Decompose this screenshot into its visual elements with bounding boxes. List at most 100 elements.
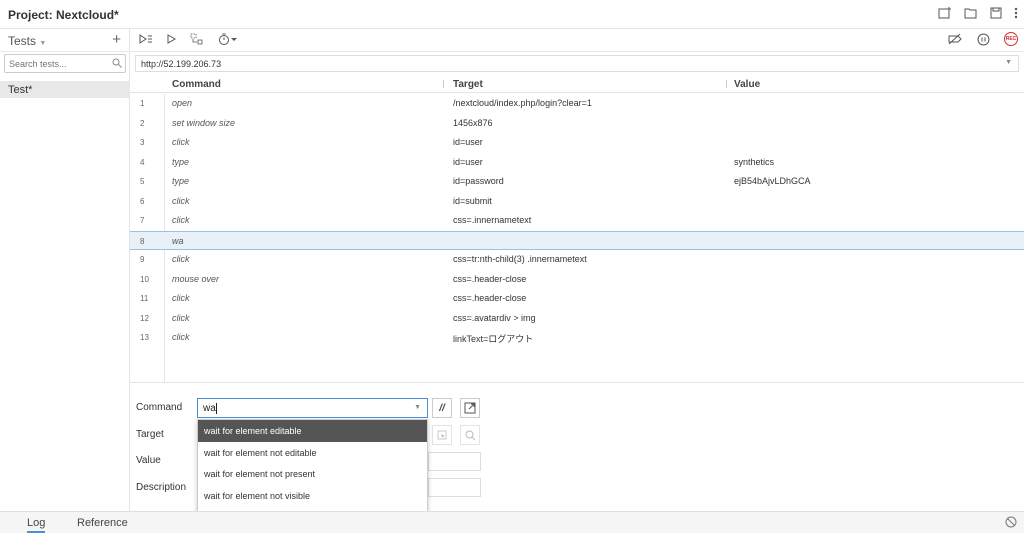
row-number: 1 bbox=[140, 99, 145, 108]
table-row[interactable]: 10 mouse over css=.header-close bbox=[130, 270, 1024, 290]
base-url-field[interactable]: http://52.199.206.73 ▼ bbox=[135, 55, 1019, 72]
command-input-value: wa bbox=[203, 403, 216, 415]
external-link-icon bbox=[464, 402, 476, 414]
table-row[interactable]: 2 set window size 1456x876 bbox=[130, 114, 1024, 134]
table-row[interactable]: 13 click linkText=ログアウト bbox=[130, 328, 1024, 348]
column-header-value: Value bbox=[734, 79, 761, 90]
base-url-value: http://52.199.206.73 bbox=[141, 59, 222, 69]
table-row[interactable]: 6 click id=submit bbox=[130, 192, 1024, 212]
row-command: open bbox=[172, 98, 193, 108]
bottom-panel-tabs: Log Reference bbox=[0, 511, 1024, 533]
chevron-down-icon: ▼ bbox=[39, 40, 47, 47]
find-target-button[interactable] bbox=[460, 425, 480, 445]
tests-header: Tests ▼ + bbox=[0, 29, 129, 52]
test-item[interactable]: Test* bbox=[0, 81, 130, 98]
row-number: 12 bbox=[140, 313, 149, 323]
disable-breakpoints-icon[interactable] bbox=[947, 33, 963, 45]
table-row[interactable]: 3 click id=user bbox=[130, 133, 1024, 153]
row-number: 6 bbox=[140, 196, 145, 206]
row-command: click bbox=[172, 215, 190, 225]
row-command: click bbox=[172, 254, 190, 264]
row-target: css=.header-close bbox=[453, 273, 527, 284]
project-title: Project: Nextcloud* bbox=[8, 8, 119, 22]
record-button[interactable]: REC bbox=[1004, 32, 1018, 46]
row-target: css=.avatardiv > img bbox=[453, 312, 536, 323]
chevron-down-icon[interactable]: ▼ bbox=[1005, 59, 1012, 66]
row-number: 5 bbox=[140, 177, 145, 186]
run-all-tests-icon[interactable] bbox=[139, 34, 153, 44]
tests-dropdown-label: Tests bbox=[8, 34, 37, 48]
text-cursor bbox=[215, 403, 217, 414]
find-icon bbox=[465, 430, 475, 440]
row-target: /nextcloud/index.php/login?clear=1 bbox=[453, 98, 592, 108]
tab-log[interactable]: Log bbox=[27, 517, 46, 533]
value-input[interactable] bbox=[428, 452, 481, 471]
speed-timer-icon[interactable] bbox=[218, 33, 238, 45]
row-number: 10 bbox=[140, 274, 149, 284]
select-target-button[interactable] bbox=[432, 425, 452, 445]
row-command: click bbox=[172, 195, 190, 206]
more-menu-icon[interactable] bbox=[1014, 7, 1018, 19]
chevron-down-icon[interactable]: ▼ bbox=[414, 404, 421, 411]
row-number: 3 bbox=[140, 138, 145, 147]
description-label: Description bbox=[136, 482, 187, 493]
command-input[interactable]: wa ▼ bbox=[197, 398, 428, 418]
row-target: id=user bbox=[453, 156, 483, 167]
target-label: Target bbox=[136, 429, 164, 440]
row-number: 8 bbox=[140, 236, 145, 246]
open-reference-button[interactable] bbox=[460, 398, 480, 418]
row-command: set window size bbox=[172, 117, 236, 128]
row-command: type bbox=[172, 176, 190, 186]
toolbar: REC bbox=[130, 29, 1024, 52]
row-number: 4 bbox=[140, 157, 145, 167]
column-header-target: Target bbox=[453, 79, 483, 90]
row-number: 2 bbox=[140, 118, 145, 128]
autocomplete-option[interactable]: wait for element not visible bbox=[198, 485, 427, 507]
run-current-test-icon[interactable] bbox=[167, 34, 176, 44]
autocomplete-option[interactable]: wait for element not present bbox=[198, 463, 427, 485]
table-row[interactable]: 8 wa bbox=[130, 230, 1024, 250]
row-command: mouse over bbox=[172, 273, 220, 284]
column-divider[interactable] bbox=[726, 80, 727, 88]
select-element-icon bbox=[437, 430, 447, 440]
row-number: 13 bbox=[140, 333, 149, 342]
title-bar: Project: Nextcloud* bbox=[0, 0, 1024, 29]
row-target: css=.innernametext bbox=[453, 215, 532, 225]
tests-dropdown[interactable]: Tests ▼ bbox=[8, 34, 46, 48]
description-input[interactable] bbox=[428, 478, 481, 497]
comment-toggle-button[interactable]: // bbox=[432, 398, 452, 418]
tab-reference[interactable]: Reference bbox=[77, 517, 128, 529]
table-row[interactable]: 7 click css=.innernametext bbox=[130, 211, 1024, 231]
row-command: click bbox=[172, 332, 190, 342]
commands-table-body: 1 open/nextcloud/index.php/login?clear=1 2… bbox=[130, 94, 1024, 348]
row-number: 7 bbox=[140, 216, 145, 225]
row-target: css=.header-close bbox=[453, 293, 527, 303]
row-value: ejB54bAjvLDhGCA bbox=[734, 176, 811, 186]
pause-icon[interactable] bbox=[977, 33, 990, 46]
table-row[interactable]: 5 type id=password ejB54bAjvLDhGCA bbox=[130, 172, 1024, 192]
step-over-icon[interactable] bbox=[190, 33, 204, 45]
row-command: wa bbox=[172, 235, 184, 246]
row-number: 11 bbox=[140, 294, 149, 303]
row-command: click bbox=[172, 293, 190, 303]
search-tests-input[interactable] bbox=[4, 54, 126, 73]
column-divider[interactable] bbox=[443, 80, 444, 88]
add-test-button[interactable]: + bbox=[112, 31, 121, 48]
autocomplete-option[interactable]: wait for element not editable bbox=[198, 442, 427, 464]
autocomplete-option[interactable]: wait for element editable bbox=[198, 420, 427, 442]
row-command: type bbox=[172, 156, 190, 167]
tests-sidebar: Tests ▼ + Test* bbox=[0, 29, 130, 511]
row-command: click bbox=[172, 312, 190, 323]
search-icon bbox=[112, 57, 122, 71]
table-row[interactable]: 9 click css=tr:nth-child(3) .innernametext bbox=[130, 250, 1024, 270]
save-project-icon[interactable] bbox=[990, 7, 1002, 19]
table-row[interactable]: 1 open/nextcloud/index.php/login?clear=1 bbox=[130, 94, 1024, 114]
clear-log-icon[interactable] bbox=[1005, 516, 1017, 528]
table-row[interactable]: 12 click css=.avatardiv > img bbox=[130, 309, 1024, 329]
open-project-icon[interactable] bbox=[964, 7, 978, 19]
commands-table-header: Command Target Value bbox=[130, 76, 1024, 93]
table-row[interactable]: 11 click css=.header-close bbox=[130, 289, 1024, 309]
table-row[interactable]: 4 type id=user synthetics bbox=[130, 153, 1024, 173]
new-project-icon[interactable] bbox=[938, 7, 952, 19]
value-label: Value bbox=[136, 455, 161, 466]
